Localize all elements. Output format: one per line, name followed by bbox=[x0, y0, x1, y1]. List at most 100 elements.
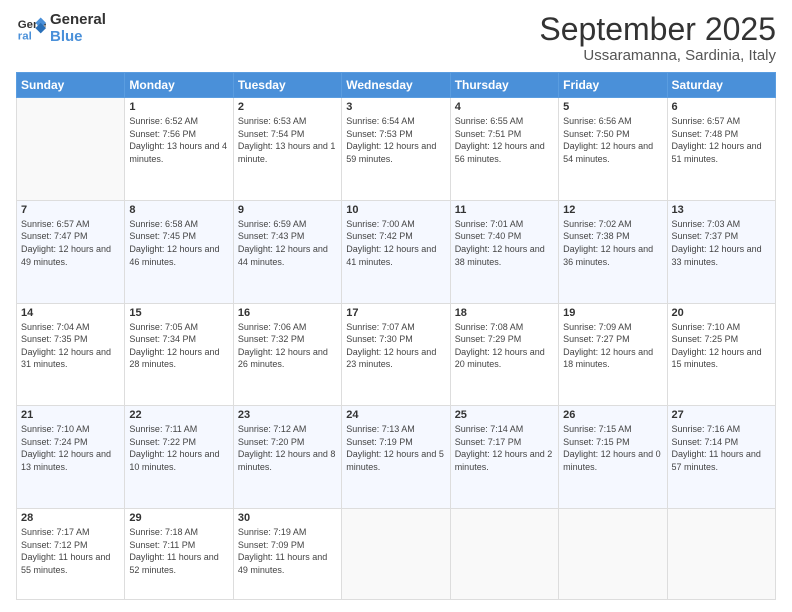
daylight-text: Daylight: 12 hours and 56 minutes. bbox=[455, 140, 554, 165]
cell-info: Sunrise: 7:10 AM Sunset: 7:25 PM Dayligh… bbox=[672, 321, 771, 371]
cell-info: Sunrise: 6:56 AM Sunset: 7:50 PM Dayligh… bbox=[563, 115, 662, 165]
calendar-cell: 10 Sunrise: 7:00 AM Sunset: 7:42 PM Dayl… bbox=[342, 200, 450, 303]
calendar-cell: 5 Sunrise: 6:56 AM Sunset: 7:50 PM Dayli… bbox=[559, 98, 667, 201]
day-number: 14 bbox=[21, 307, 120, 319]
calendar-cell: 3 Sunrise: 6:54 AM Sunset: 7:53 PM Dayli… bbox=[342, 98, 450, 201]
sunset-text: Sunset: 7:19 PM bbox=[346, 436, 445, 449]
sunset-text: Sunset: 7:56 PM bbox=[129, 128, 228, 141]
sunset-text: Sunset: 7:40 PM bbox=[455, 230, 554, 243]
header: Gene ral General Blue September 2025 Uss… bbox=[16, 12, 776, 64]
sunrise-text: Sunrise: 7:18 AM bbox=[129, 526, 228, 539]
calendar-cell: 21 Sunrise: 7:10 AM Sunset: 7:24 PM Dayl… bbox=[17, 406, 125, 509]
sunset-text: Sunset: 7:47 PM bbox=[21, 230, 120, 243]
day-header-monday: Monday bbox=[125, 73, 233, 98]
sunrise-text: Sunrise: 7:05 AM bbox=[129, 321, 228, 334]
cell-info: Sunrise: 6:55 AM Sunset: 7:51 PM Dayligh… bbox=[455, 115, 554, 165]
sunrise-text: Sunrise: 7:02 AM bbox=[563, 218, 662, 231]
daylight-text: Daylight: 12 hours and 8 minutes. bbox=[238, 448, 337, 473]
sunrise-text: Sunrise: 7:15 AM bbox=[563, 423, 662, 436]
daylight-text: Daylight: 12 hours and 31 minutes. bbox=[21, 346, 120, 371]
daylight-text: Daylight: 12 hours and 41 minutes. bbox=[346, 243, 445, 268]
sunset-text: Sunset: 7:53 PM bbox=[346, 128, 445, 141]
daylight-text: Daylight: 12 hours and 5 minutes. bbox=[346, 448, 445, 473]
day-header-wednesday: Wednesday bbox=[342, 73, 450, 98]
day-number: 17 bbox=[346, 307, 445, 319]
day-number: 1 bbox=[129, 101, 228, 113]
sunrise-text: Sunrise: 6:52 AM bbox=[129, 115, 228, 128]
sunset-text: Sunset: 7:34 PM bbox=[129, 333, 228, 346]
sunset-text: Sunset: 7:25 PM bbox=[672, 333, 771, 346]
daylight-text: Daylight: 13 hours and 4 minutes. bbox=[129, 140, 228, 165]
cell-info: Sunrise: 6:57 AM Sunset: 7:47 PM Dayligh… bbox=[21, 218, 120, 268]
day-number: 13 bbox=[672, 204, 771, 216]
calendar-cell: 16 Sunrise: 7:06 AM Sunset: 7:32 PM Dayl… bbox=[233, 303, 341, 406]
cell-info: Sunrise: 6:59 AM Sunset: 7:43 PM Dayligh… bbox=[238, 218, 337, 268]
calendar-cell: 7 Sunrise: 6:57 AM Sunset: 7:47 PM Dayli… bbox=[17, 200, 125, 303]
daylight-text: Daylight: 12 hours and 2 minutes. bbox=[455, 448, 554, 473]
week-row-2: 7 Sunrise: 6:57 AM Sunset: 7:47 PM Dayli… bbox=[17, 200, 776, 303]
sunset-text: Sunset: 7:30 PM bbox=[346, 333, 445, 346]
day-number: 8 bbox=[129, 204, 228, 216]
sunset-text: Sunset: 7:37 PM bbox=[672, 230, 771, 243]
daylight-text: Daylight: 12 hours and 15 minutes. bbox=[672, 346, 771, 371]
sunset-text: Sunset: 7:43 PM bbox=[238, 230, 337, 243]
day-number: 2 bbox=[238, 101, 337, 113]
daylight-text: Daylight: 12 hours and 36 minutes. bbox=[563, 243, 662, 268]
day-number: 6 bbox=[672, 101, 771, 113]
day-header-tuesday: Tuesday bbox=[233, 73, 341, 98]
sunrise-text: Sunrise: 7:03 AM bbox=[672, 218, 771, 231]
day-number: 10 bbox=[346, 204, 445, 216]
daylight-text: Daylight: 12 hours and 26 minutes. bbox=[238, 346, 337, 371]
sunset-text: Sunset: 7:48 PM bbox=[672, 128, 771, 141]
daylight-text: Daylight: 12 hours and 59 minutes. bbox=[346, 140, 445, 165]
daylight-text: Daylight: 12 hours and 13 minutes. bbox=[21, 448, 120, 473]
day-number: 4 bbox=[455, 101, 554, 113]
day-number: 20 bbox=[672, 307, 771, 319]
day-number: 29 bbox=[129, 512, 228, 524]
daylight-text: Daylight: 11 hours and 55 minutes. bbox=[21, 551, 120, 576]
cell-info: Sunrise: 7:07 AM Sunset: 7:30 PM Dayligh… bbox=[346, 321, 445, 371]
sunset-text: Sunset: 7:12 PM bbox=[21, 539, 120, 552]
cell-info: Sunrise: 7:08 AM Sunset: 7:29 PM Dayligh… bbox=[455, 321, 554, 371]
cell-info: Sunrise: 7:06 AM Sunset: 7:32 PM Dayligh… bbox=[238, 321, 337, 371]
sunrise-text: Sunrise: 7:19 AM bbox=[238, 526, 337, 539]
calendar-cell: 27 Sunrise: 7:16 AM Sunset: 7:14 PM Dayl… bbox=[667, 406, 775, 509]
sunset-text: Sunset: 7:29 PM bbox=[455, 333, 554, 346]
title-block: September 2025 Ussaramanna, Sardinia, It… bbox=[539, 12, 776, 64]
day-number: 22 bbox=[129, 409, 228, 421]
day-number: 25 bbox=[455, 409, 554, 421]
calendar-cell bbox=[559, 508, 667, 599]
cell-info: Sunrise: 6:58 AM Sunset: 7:45 PM Dayligh… bbox=[129, 218, 228, 268]
sunrise-text: Sunrise: 6:56 AM bbox=[563, 115, 662, 128]
calendar-cell: 26 Sunrise: 7:15 AM Sunset: 7:15 PM Dayl… bbox=[559, 406, 667, 509]
calendar-table: SundayMondayTuesdayWednesdayThursdayFrid… bbox=[16, 72, 776, 600]
calendar-cell: 20 Sunrise: 7:10 AM Sunset: 7:25 PM Dayl… bbox=[667, 303, 775, 406]
sunset-text: Sunset: 7:42 PM bbox=[346, 230, 445, 243]
sunrise-text: Sunrise: 6:53 AM bbox=[238, 115, 337, 128]
daylight-text: Daylight: 11 hours and 49 minutes. bbox=[238, 551, 337, 576]
day-number: 5 bbox=[563, 101, 662, 113]
sunrise-text: Sunrise: 7:17 AM bbox=[21, 526, 120, 539]
calendar-body: 1 Sunrise: 6:52 AM Sunset: 7:56 PM Dayli… bbox=[17, 98, 776, 600]
sunset-text: Sunset: 7:38 PM bbox=[563, 230, 662, 243]
sunset-text: Sunset: 7:54 PM bbox=[238, 128, 337, 141]
sunset-text: Sunset: 7:14 PM bbox=[672, 436, 771, 449]
day-number: 12 bbox=[563, 204, 662, 216]
calendar-cell: 25 Sunrise: 7:14 AM Sunset: 7:17 PM Dayl… bbox=[450, 406, 558, 509]
calendar-cell: 19 Sunrise: 7:09 AM Sunset: 7:27 PM Dayl… bbox=[559, 303, 667, 406]
calendar-cell: 17 Sunrise: 7:07 AM Sunset: 7:30 PM Dayl… bbox=[342, 303, 450, 406]
daylight-text: Daylight: 12 hours and 44 minutes. bbox=[238, 243, 337, 268]
daylight-text: Daylight: 11 hours and 52 minutes. bbox=[129, 551, 228, 576]
sunset-text: Sunset: 7:24 PM bbox=[21, 436, 120, 449]
logo-icon: Gene ral bbox=[16, 14, 46, 44]
day-number: 21 bbox=[21, 409, 120, 421]
week-row-4: 21 Sunrise: 7:10 AM Sunset: 7:24 PM Dayl… bbox=[17, 406, 776, 509]
cell-info: Sunrise: 7:12 AM Sunset: 7:20 PM Dayligh… bbox=[238, 423, 337, 473]
cell-info: Sunrise: 7:01 AM Sunset: 7:40 PM Dayligh… bbox=[455, 218, 554, 268]
calendar-cell: 8 Sunrise: 6:58 AM Sunset: 7:45 PM Dayli… bbox=[125, 200, 233, 303]
calendar-cell: 29 Sunrise: 7:18 AM Sunset: 7:11 PM Dayl… bbox=[125, 508, 233, 599]
sunrise-text: Sunrise: 6:59 AM bbox=[238, 218, 337, 231]
cell-info: Sunrise: 7:19 AM Sunset: 7:09 PM Dayligh… bbox=[238, 526, 337, 576]
calendar-cell bbox=[667, 508, 775, 599]
day-header-sunday: Sunday bbox=[17, 73, 125, 98]
